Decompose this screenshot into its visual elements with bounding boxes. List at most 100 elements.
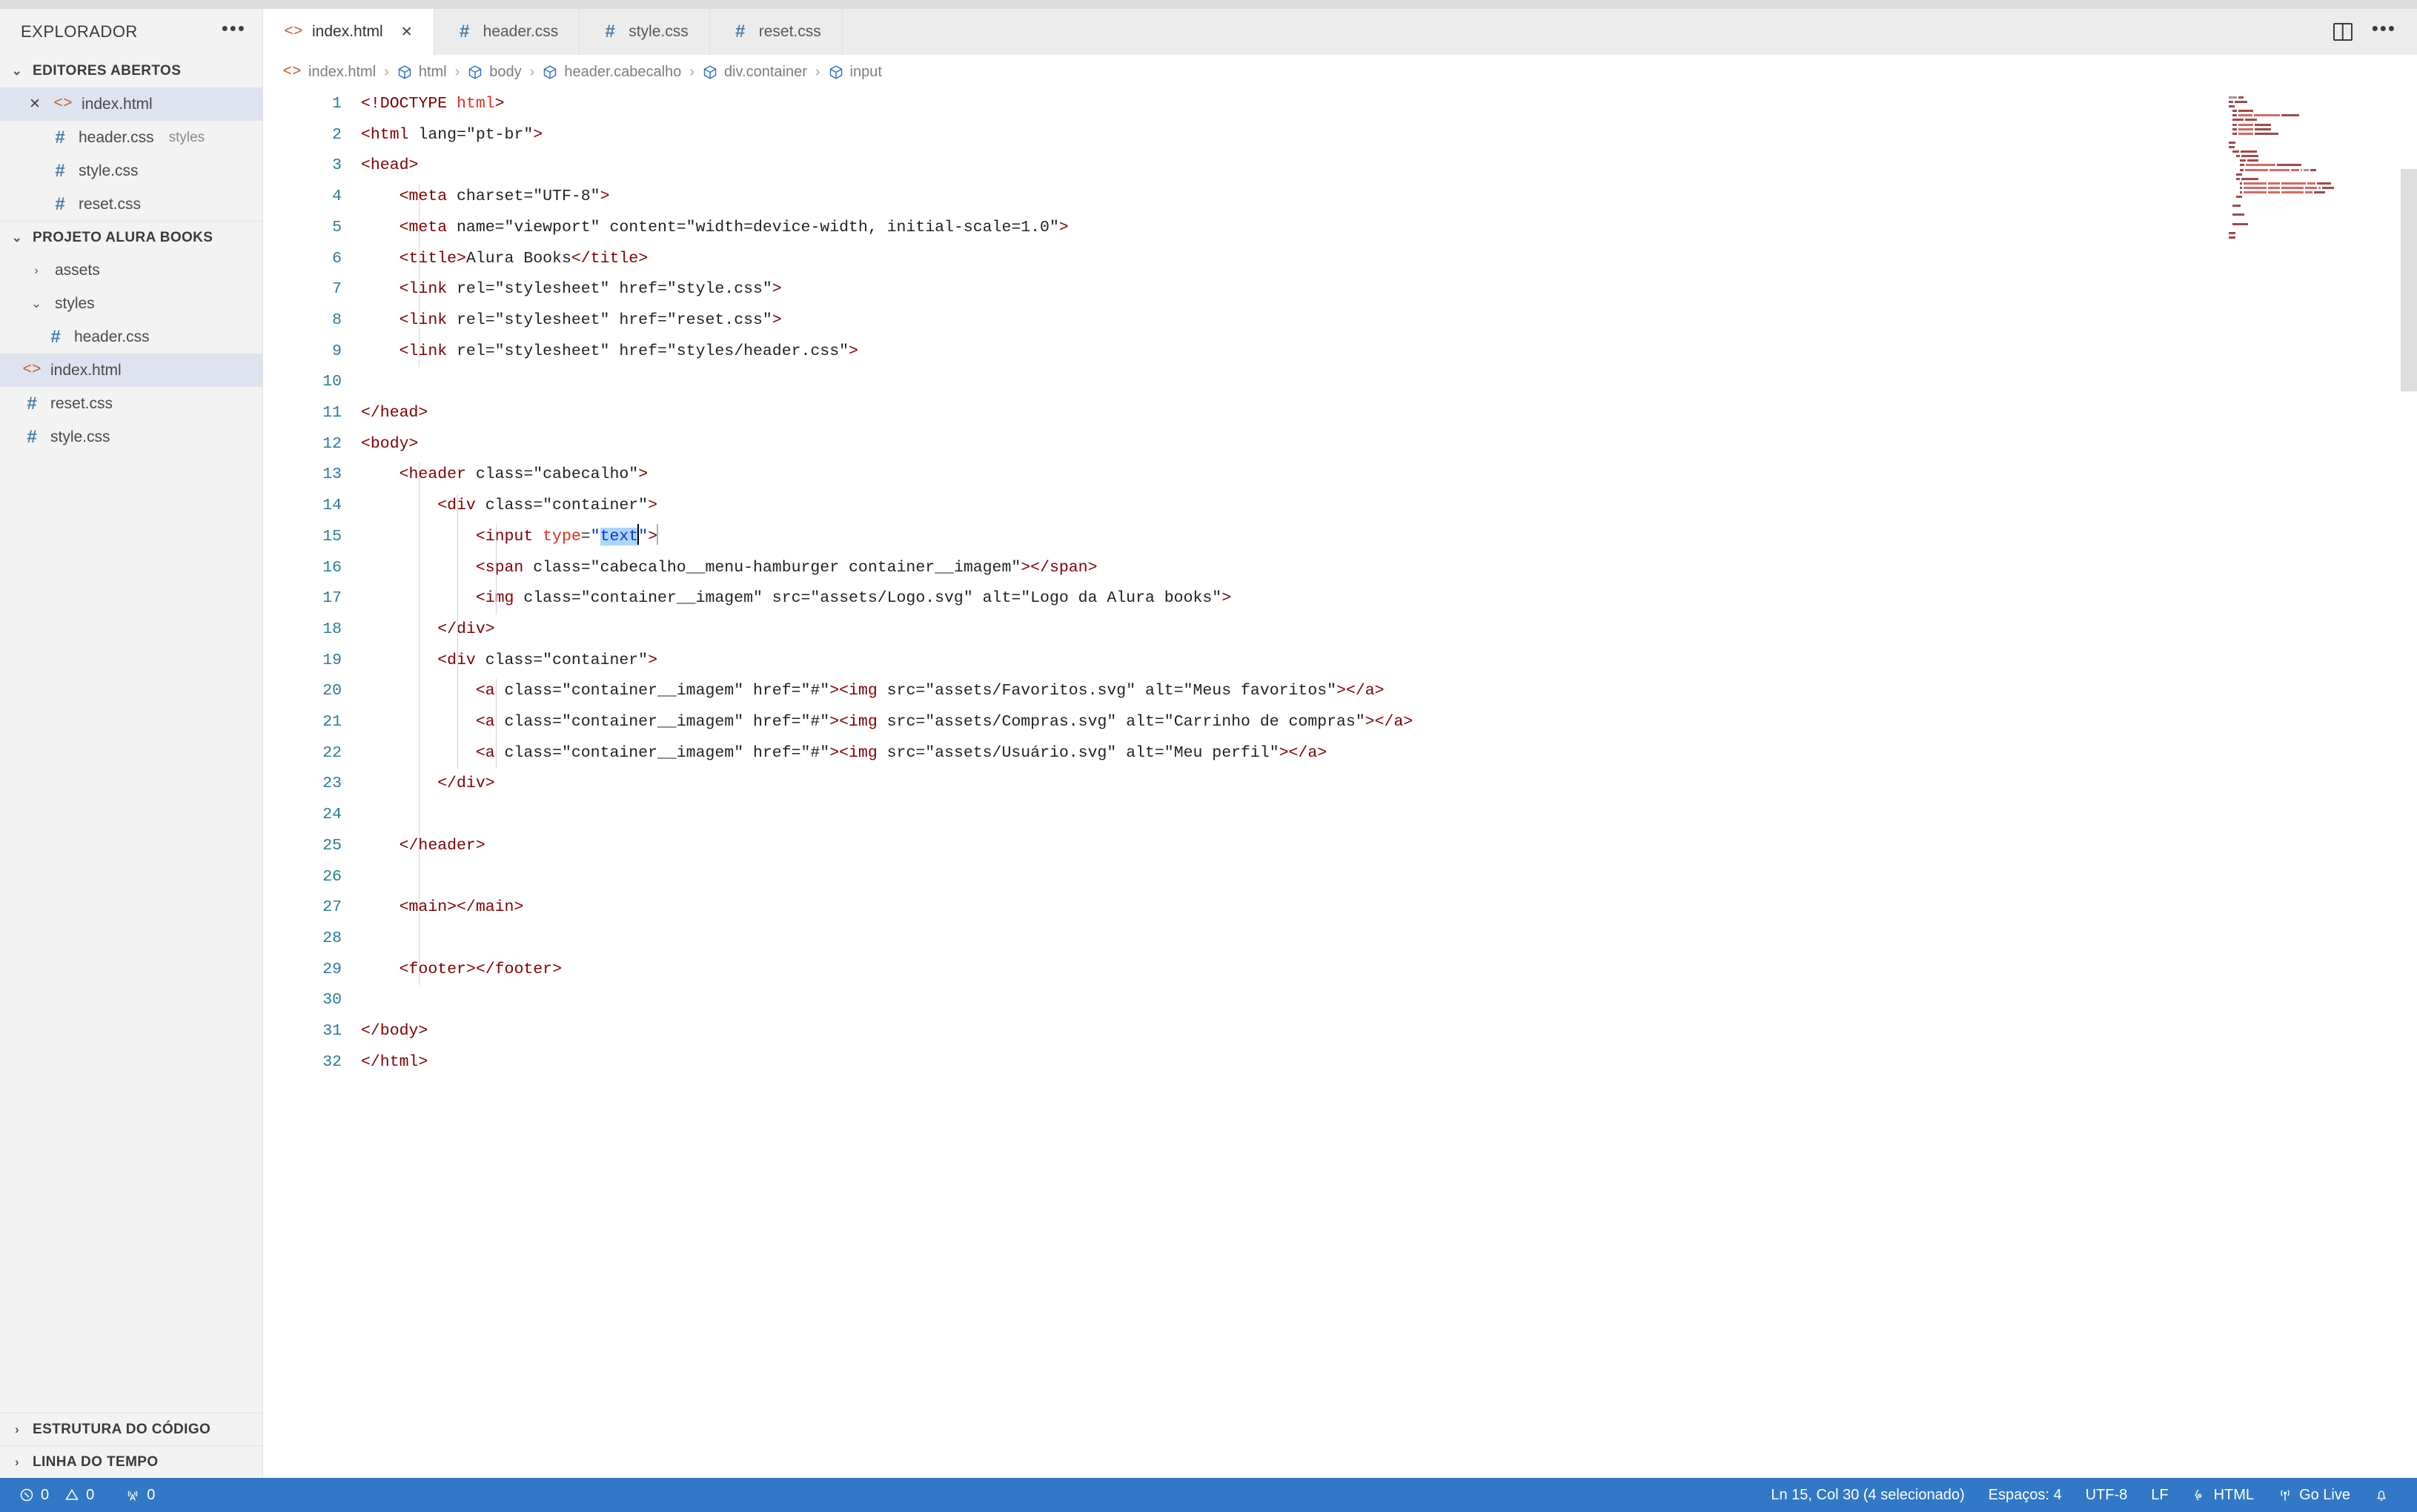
open-editor-reset-css[interactable]: # reset.css (0, 188, 262, 221)
close-icon[interactable]: ✕ (25, 96, 44, 113)
status-notifications[interactable] (2362, 1488, 2401, 1503)
tab-reset-css[interactable]: # reset.css (709, 9, 843, 55)
open-editor-header-css[interactable]: # header.css styles (0, 121, 262, 154)
tab-bar-spacer (842, 9, 2312, 55)
code-editor[interactable]: 1 <!DOCTYPE html> 2 <html lang="pt-br"> 3 <… (263, 89, 2417, 1478)
minimap-token (2238, 110, 2254, 113)
breadcrumb-item-header[interactable]: header.cabecalho (543, 64, 681, 81)
css-file-icon: # (735, 21, 746, 42)
split-editor-icon[interactable] (2333, 23, 2353, 41)
broadcast-icon (2278, 1488, 2292, 1502)
breadcrumb-item-body[interactable]: body (468, 64, 522, 81)
tab-index-html[interactable]: <> index.html ✕ (263, 9, 434, 55)
status-right: Ln 15, Col 30 (4 selecionado) Espaços: 4… (1759, 1487, 2417, 1504)
more-actions-icon[interactable]: ••• (2372, 19, 2396, 39)
chevron-right-icon: › (14, 1454, 20, 1469)
explorer-title: EXPLORADOR (21, 22, 138, 41)
minimap-line (2232, 222, 2401, 225)
minimap-line (2240, 182, 2401, 185)
open-editor-index-html[interactable]: ✕ <> index.html (0, 87, 262, 121)
status-indentation[interactable]: Espaços: 4 (1977, 1487, 2074, 1504)
tree-item-style-css[interactable]: # style.css (0, 420, 262, 454)
section-open-editors-label: EDITORES ABERTOS (33, 63, 182, 79)
minimap-token (2300, 168, 2303, 171)
minimap-line (2232, 213, 2401, 216)
minimap-token (2232, 110, 2238, 113)
minimap-token (2290, 168, 2299, 171)
explorer-title-row: EXPLORADOR ••• (0, 9, 262, 55)
minimap-line (2229, 209, 2401, 211)
tree-item-assets[interactable]: › assets (0, 253, 262, 287)
minimap-line (2229, 236, 2401, 239)
minimap-line (2232, 127, 2401, 130)
tab-header-css[interactable]: # header.css (434, 9, 580, 55)
warning-count: 0 (86, 1486, 95, 1503)
status-encoding[interactable]: UTF-8 (2074, 1487, 2140, 1504)
breadcrumb-item-div[interactable]: div.container (703, 64, 807, 81)
section-project[interactable]: ⌄ PROJETO ALURA BOOKS (0, 221, 262, 253)
css-file-icon: # (27, 426, 37, 447)
minimap-token (2238, 96, 2244, 99)
css-file-icon: # (55, 160, 65, 181)
minimap-line (2232, 205, 2401, 208)
status-cursor-position[interactable]: Ln 15, Col 30 (4 selecionado) (1759, 1487, 1976, 1504)
open-editor-style-css[interactable]: # style.css (0, 154, 262, 188)
minimap-line (2229, 228, 2401, 230)
minimap-token (2246, 164, 2276, 167)
minimap-line (2232, 119, 2401, 122)
minimap-token (2232, 205, 2241, 208)
minimap-line (2240, 186, 2401, 189)
tree-item-header-css[interactable]: # header.css (0, 320, 262, 354)
tab-style-css[interactable]: # style.css (580, 9, 710, 55)
minimap-token (2243, 182, 2267, 185)
editor-group: <> index.html ✕ # header.css # style.css… (263, 9, 2417, 1478)
minimap-line (2236, 196, 2401, 199)
tree-item-reset-css[interactable]: # reset.css (0, 387, 262, 420)
scrollbar-thumb[interactable] (2401, 169, 2417, 391)
code-viewport[interactable]: 1 <!DOCTYPE html> 2 <html lang="pt-br"> 3 <… (263, 89, 2417, 1478)
minimap-token (2240, 186, 2242, 189)
minimap-token (2232, 213, 2245, 216)
breadcrumb-item-html[interactable]: html (397, 64, 447, 81)
breadcrumb-label: html (418, 63, 447, 80)
minimap-token (2247, 159, 2258, 162)
minimap-token (2254, 114, 2280, 117)
status-problems[interactable]: 0 0 (7, 1487, 106, 1504)
ellipsis-icon[interactable]: ••• (222, 19, 246, 39)
minimap-token (2232, 123, 2238, 126)
minimap-token (2229, 146, 2235, 149)
css-file-icon: # (605, 21, 615, 42)
breadcrumb-item-input[interactable]: input (829, 64, 882, 81)
status-language[interactable]: HTML (2181, 1487, 2266, 1504)
tree-item-styles[interactable]: ⌄ styles (0, 287, 262, 320)
status-eol[interactable]: LF (2139, 1487, 2180, 1504)
minimap-token (2267, 182, 2280, 185)
code-text[interactable]: 1 <!DOCTYPE html> 2 <html lang="pt-br"> 3 <… (263, 89, 2417, 1078)
vertical-scrollbar[interactable] (2401, 89, 2417, 1478)
minimap-token (2305, 190, 2312, 193)
minimap-line (2240, 190, 2401, 193)
section-outline[interactable]: › ESTRUTURA DO CÓDIGO (0, 1413, 262, 1445)
minimap-token (2243, 186, 2267, 189)
open-editor-label: style.css (79, 162, 139, 179)
minimap-token (2232, 119, 2244, 122)
breadcrumb-item-file[interactable]: <> index.html (282, 64, 376, 81)
tab-bar: <> index.html ✕ # header.css # style.css… (263, 9, 2417, 55)
minimap-token (2316, 182, 2331, 185)
status-go-live[interactable]: Go Live (2266, 1487, 2362, 1504)
tree-item-index-html[interactable]: <> index.html (0, 354, 262, 387)
minimap-token (2281, 114, 2299, 117)
minimap[interactable] (2229, 96, 2401, 239)
error-count: 0 (41, 1486, 50, 1503)
workbench: EXPLORADOR ••• ⌄ EDITORES ABERTOS ✕ <> i… (0, 9, 2417, 1478)
breadcrumb: <> index.html › html › body › header.cab… (263, 55, 2417, 89)
close-icon[interactable]: ✕ (401, 24, 413, 41)
minimap-token (2305, 186, 2318, 189)
section-open-editors[interactable]: ⌄ EDITORES ABERTOS (0, 55, 262, 87)
minimap-line (2232, 114, 2401, 117)
minimap-token (2267, 190, 2280, 193)
html-file-icon: <> (22, 362, 42, 379)
minimap-line (2240, 159, 2401, 162)
section-timeline[interactable]: › LINHA DO TEMPO (0, 1445, 262, 1478)
status-ports[interactable]: 0 (106, 1487, 167, 1504)
